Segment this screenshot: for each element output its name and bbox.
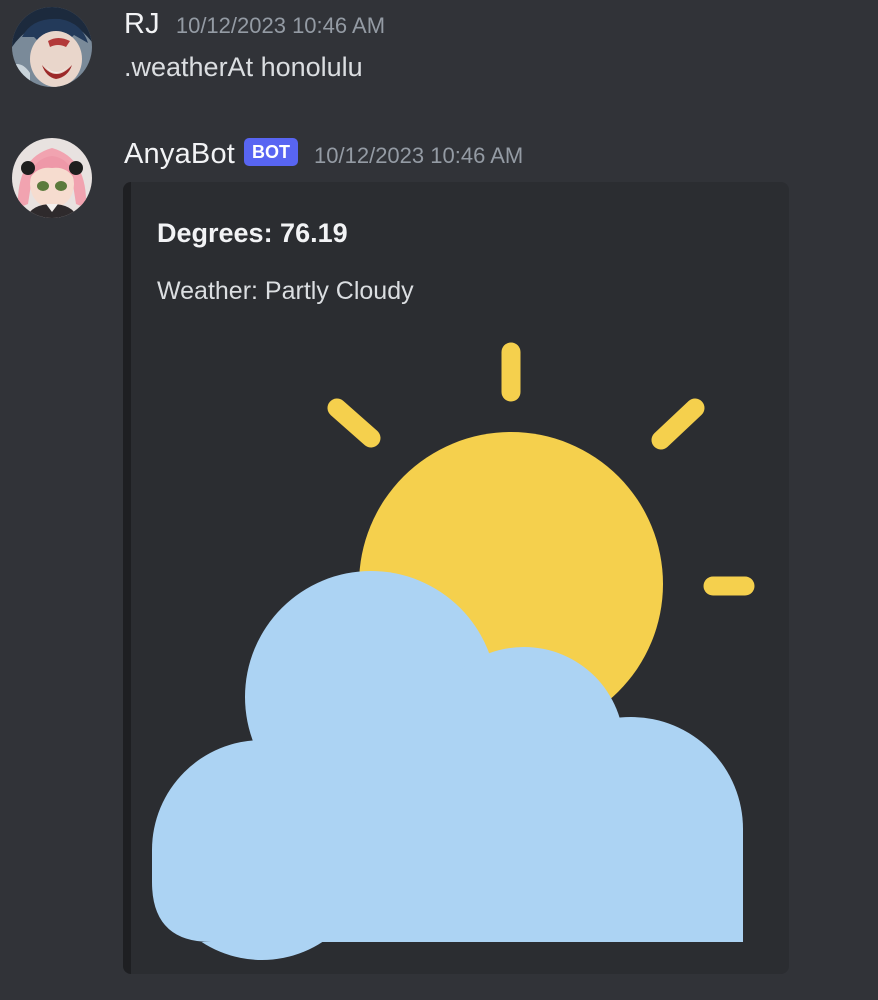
anime-girl-pink-hair-avatar-icon	[12, 138, 92, 218]
message-header: AnyaBot BOT 10/12/2023 10:46 AM	[124, 138, 523, 171]
embed-description: Weather: Partly Cloudy	[157, 277, 414, 305]
timestamp: 10/12/2023 10:46 AM	[175, 13, 386, 38]
message-anyabot[interactable]: AnyaBot BOT 10/12/2023 10:46 AM Degrees:…	[0, 130, 878, 1000]
username[interactable]: RJ	[124, 8, 160, 41]
bot-avatar[interactable]	[12, 138, 92, 218]
message-header: RJ 10/12/2023 10:46 AM	[124, 8, 385, 41]
message-content: .weatherAt honolulu	[124, 52, 363, 82]
embed-title: Degrees: 76.19	[157, 218, 348, 248]
message-embed: Degrees: 76.19 Weather: Partly Cloudy	[123, 182, 789, 974]
chat-messages: RJ 10/12/2023 10:46 AM .weatherAt honolu…	[0, 0, 878, 1000]
user-avatar[interactable]	[12, 7, 92, 87]
message-rj[interactable]: RJ 10/12/2023 10:46 AM .weatherAt honolu…	[0, 0, 878, 110]
anime-character-avatar-icon	[12, 7, 92, 87]
username[interactable]: AnyaBot	[124, 138, 235, 171]
bot-badge: BOT	[244, 138, 299, 166]
timestamp: 10/12/2023 10:46 AM	[314, 143, 524, 168]
